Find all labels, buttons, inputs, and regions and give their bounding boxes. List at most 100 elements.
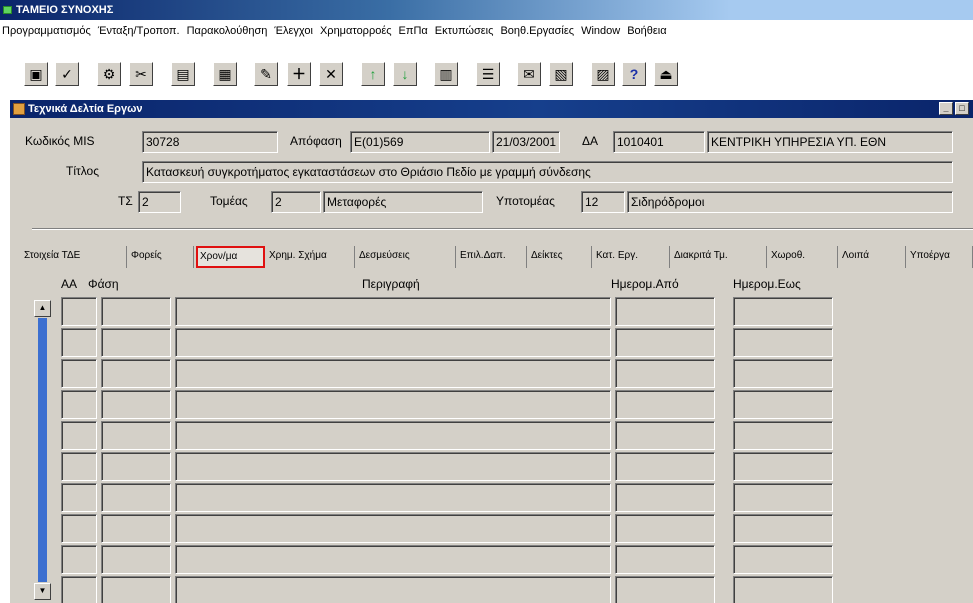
cell-description[interactable] <box>175 545 611 574</box>
list-icon[interactable]: ☰ <box>476 62 500 86</box>
cell-description[interactable] <box>175 390 611 419</box>
cell-description[interactable] <box>175 328 611 357</box>
cell-aa[interactable] <box>61 359 97 388</box>
decision-date-field[interactable]: 21/03/2001 <box>492 131 560 153</box>
insert-icon[interactable]: ＋ <box>287 62 311 86</box>
subsector-name-field[interactable]: Σιδηρόδρομοι <box>627 191 953 213</box>
tab-11[interactable]: Υποέργα <box>908 246 973 268</box>
cell-date-to[interactable] <box>733 390 833 419</box>
scroll-up-button[interactable]: ▲ <box>34 300 51 317</box>
print-setup-icon[interactable]: ⚙ <box>97 62 121 86</box>
cell-date-to[interactable] <box>733 514 833 543</box>
cell-aa[interactable] <box>61 514 97 543</box>
cell-aa[interactable] <box>61 545 97 574</box>
aa-field[interactable]: 1010401 <box>613 131 705 153</box>
cell-date-from[interactable] <box>615 421 715 450</box>
check-icon[interactable]: ✓ <box>55 62 79 86</box>
save-icon[interactable]: ▣ <box>24 62 48 86</box>
tab-3[interactable]: Χρημ. Σχήμα <box>267 246 355 268</box>
cell-date-to[interactable] <box>733 328 833 357</box>
ts-field[interactable]: 2 <box>138 191 181 213</box>
help-icon[interactable]: ? <box>622 62 646 86</box>
cell-phase[interactable] <box>101 514 171 543</box>
sector-name-field[interactable]: Μεταφορές <box>323 191 483 213</box>
menu-item-5[interactable]: ΕπΠα <box>399 25 428 37</box>
cell-aa[interactable] <box>61 452 97 481</box>
menu-item-6[interactable]: Εκτυπώσεις <box>435 25 494 37</box>
cell-aa[interactable] <box>61 483 97 512</box>
tab-5[interactable]: Επιλ.Δαπ. <box>458 246 527 268</box>
tab-6[interactable]: Δείκτες <box>529 246 592 268</box>
menu-item-4[interactable]: Χρηματορροές <box>320 25 392 37</box>
cell-date-to[interactable] <box>733 576 833 603</box>
edit-icon[interactable]: ✎ <box>254 62 278 86</box>
decision-field[interactable]: Ε(01)569 <box>350 131 490 153</box>
tab-9[interactable]: Χωροθ. <box>769 246 838 268</box>
cell-phase[interactable] <box>101 297 171 326</box>
cut-icon[interactable]: ✂ <box>129 62 153 86</box>
grid-scrollbar[interactable]: ▲ ▼ <box>34 300 51 600</box>
cell-description[interactable] <box>175 452 611 481</box>
cell-date-from[interactable] <box>615 297 715 326</box>
cell-aa[interactable] <box>61 576 97 603</box>
cell-aa[interactable] <box>61 390 97 419</box>
copy-icon[interactable]: ▤ <box>171 62 195 86</box>
cell-phase[interactable] <box>101 421 171 450</box>
cell-date-to[interactable] <box>733 421 833 450</box>
cell-date-to[interactable] <box>733 297 833 326</box>
cell-date-from[interactable] <box>615 328 715 357</box>
tab-10[interactable]: Λοιπά <box>840 246 906 268</box>
title-field[interactable]: Κατασκευή συγκροτήματος εγκαταστάσεων στ… <box>142 161 953 183</box>
scroll-track[interactable] <box>38 318 47 582</box>
cell-description[interactable] <box>175 359 611 388</box>
cell-date-from[interactable] <box>615 514 715 543</box>
cell-date-from[interactable] <box>615 483 715 512</box>
tab-4[interactable]: Δεσμεύσεις <box>357 246 456 268</box>
cell-aa[interactable] <box>61 297 97 326</box>
cell-phase[interactable] <box>101 328 171 357</box>
form-icon[interactable]: ▦ <box>213 62 237 86</box>
cell-date-to[interactable] <box>733 483 833 512</box>
minimize-button[interactable]: _ <box>939 102 953 115</box>
clipboard-icon[interactable]: ▨ <box>591 62 615 86</box>
cell-phase[interactable] <box>101 452 171 481</box>
cell-phase[interactable] <box>101 390 171 419</box>
cell-description[interactable] <box>175 483 611 512</box>
cell-date-to[interactable] <box>733 452 833 481</box>
agency-field[interactable]: ΚΕΝΤΡΙΚΗ ΥΠΗΡΕΣΙΑ ΥΠ. ΕΘΝ <box>707 131 953 153</box>
cell-date-from[interactable] <box>615 452 715 481</box>
cell-date-from[interactable] <box>615 390 715 419</box>
document-icon[interactable]: ▧ <box>549 62 573 86</box>
subsector-code-field[interactable]: 12 <box>581 191 625 213</box>
menu-item-0[interactable]: Προγραμματισμός <box>2 25 91 37</box>
cell-description[interactable] <box>175 297 611 326</box>
cell-phase[interactable] <box>101 545 171 574</box>
menu-item-8[interactable]: Window <box>581 25 620 37</box>
printer-icon[interactable]: ▥ <box>434 62 458 86</box>
cell-aa[interactable] <box>61 328 97 357</box>
cell-date-from[interactable] <box>615 545 715 574</box>
menu-item-3[interactable]: Έλεγχοι <box>274 25 313 37</box>
cell-description[interactable] <box>175 421 611 450</box>
tab-8[interactable]: Διακριτά Τμ. <box>672 246 767 268</box>
arrow-down-icon[interactable]: ↓ <box>393 62 417 86</box>
menu-item-7[interactable]: Βοηθ.Εργασίες <box>500 25 574 37</box>
delete-icon[interactable]: ✕ <box>319 62 343 86</box>
sector-code-field[interactable]: 2 <box>271 191 321 213</box>
arrow-up-icon[interactable]: ↑ <box>361 62 385 86</box>
tab-2[interactable]: Χρον/μα <box>196 246 265 268</box>
cell-description[interactable] <box>175 514 611 543</box>
cell-phase[interactable] <box>101 483 171 512</box>
menu-item-9[interactable]: Βοήθεια <box>627 25 666 37</box>
maximize-button[interactable]: □ <box>955 102 969 115</box>
mis-field[interactable]: 30728 <box>142 131 278 153</box>
cell-date-from[interactable] <box>615 576 715 603</box>
query-icon[interactable]: ✉ <box>517 62 541 86</box>
tab-0[interactable]: Στοιχεία ΤΔΕ <box>22 246 127 268</box>
cell-date-from[interactable] <box>615 359 715 388</box>
cell-date-to[interactable] <box>733 545 833 574</box>
tab-1[interactable]: Φορείς <box>129 246 194 268</box>
cell-description[interactable] <box>175 576 611 603</box>
menu-item-1[interactable]: Ένταξη/Τροποπ. <box>98 25 180 37</box>
tab-7[interactable]: Κατ. Εργ. <box>594 246 670 268</box>
